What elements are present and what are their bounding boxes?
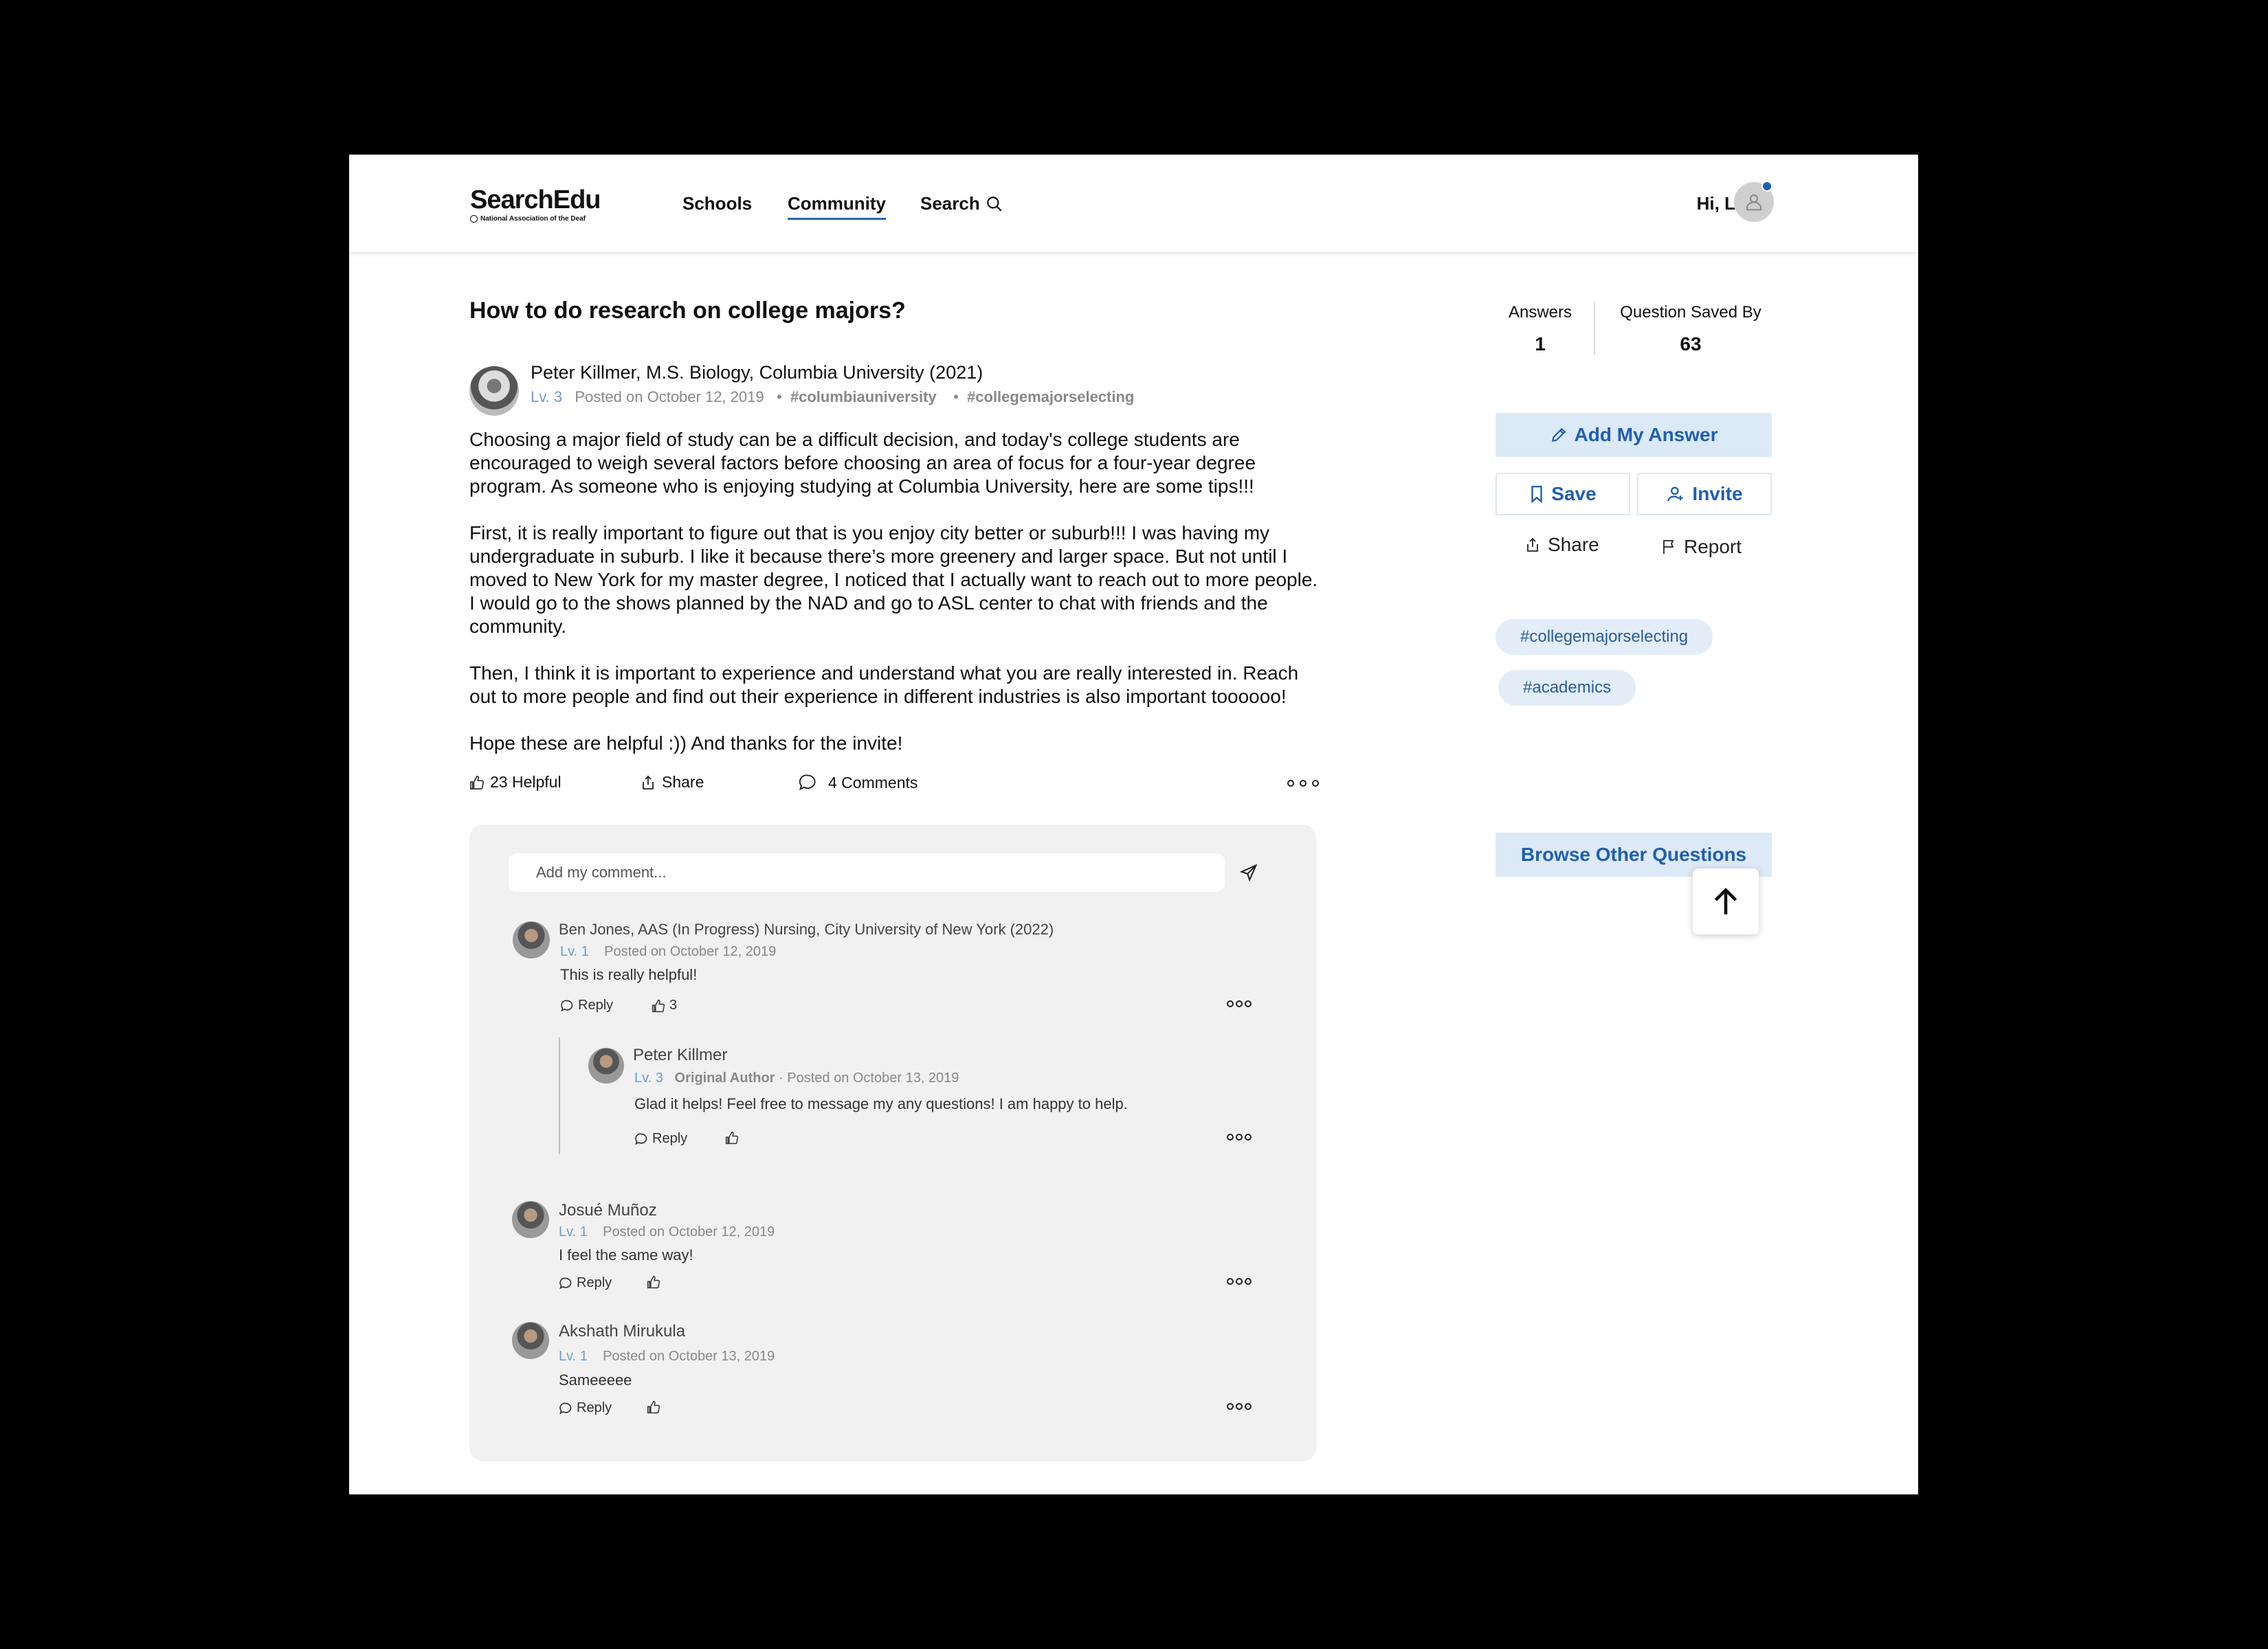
answer-paragraph: Hope these are helpful :)) And thanks fo… bbox=[469, 732, 903, 754]
commenter-name[interactable]: Josué Muñoz bbox=[559, 1201, 657, 1220]
invite-user-icon bbox=[1667, 486, 1683, 502]
answer-body: Choosing a major field of study can be a… bbox=[469, 428, 1322, 778]
comment-icon bbox=[799, 774, 816, 791]
author-meta: Lv. 3 Posted on October 12, 2019 • #colu… bbox=[531, 388, 1135, 405]
logo-subtitle: National Association of the Deaf bbox=[480, 215, 586, 223]
page: SearchEdu National Association of the De… bbox=[349, 155, 1918, 1494]
report-button[interactable]: Report bbox=[1660, 536, 1742, 558]
answers-label: Answers bbox=[1508, 303, 1572, 322]
nav-schools[interactable]: Schools bbox=[682, 193, 752, 214]
more-options-icon[interactable] bbox=[1227, 1000, 1252, 1007]
comment-text: This is really helpful! bbox=[560, 966, 698, 983]
more-options-icon[interactable] bbox=[1287, 780, 1319, 787]
reply-icon bbox=[635, 1133, 647, 1145]
nav-community[interactable]: Community bbox=[788, 193, 886, 220]
search-icon bbox=[986, 196, 1002, 212]
invite-button[interactable]: Invite bbox=[1637, 473, 1772, 515]
answer-paragraph: Then, I think it is important to experie… bbox=[469, 662, 1299, 707]
post-date: Posted on October 12, 2019 bbox=[575, 388, 764, 405]
question-title: How to do research on college majors? bbox=[469, 298, 906, 324]
more-options-icon[interactable] bbox=[1227, 1278, 1252, 1285]
original-author-badge: Original Author bbox=[674, 1070, 775, 1086]
saved-stat: Question Saved By 63 bbox=[1604, 303, 1777, 355]
reply-icon bbox=[559, 1402, 572, 1414]
thumbs-up-icon bbox=[647, 1400, 660, 1414]
author-name[interactable]: Peter Killmer, M.S. Biology, Columbia Un… bbox=[531, 362, 983, 383]
saved-label: Question Saved By bbox=[1620, 303, 1761, 322]
logo[interactable]: SearchEdu National Association of the De… bbox=[470, 186, 601, 223]
nad-seal-icon bbox=[470, 215, 478, 223]
thumbs-up-icon bbox=[725, 1131, 739, 1145]
stat-divider bbox=[1594, 302, 1595, 355]
saved-count: 63 bbox=[1680, 333, 1702, 355]
answers-count: 1 bbox=[1535, 333, 1546, 355]
logo-text: SearchEdu bbox=[470, 186, 601, 214]
comment-meta: Lv. 1 Posted on October 13, 2019 bbox=[559, 1349, 775, 1364]
notification-dot bbox=[1761, 181, 1772, 192]
reply-icon bbox=[559, 1277, 572, 1289]
comment-input[interactable]: Add my comment... bbox=[509, 853, 1225, 892]
like-button[interactable]: 3 bbox=[652, 998, 677, 1013]
commenter-name[interactable]: Ben Jones, AAS (In Progress) Nursing, Ci… bbox=[559, 921, 1054, 939]
commenter-name[interactable]: Akshath Mirukula bbox=[559, 1322, 685, 1341]
comments-panel: Add my comment... Ben Jones, AAS (In Pro… bbox=[469, 824, 1316, 1461]
comment-meta: Lv. 1 Posted on October 12, 2019 bbox=[560, 944, 777, 959]
sidebar-tag[interactable]: #collegemajorselecting bbox=[1496, 619, 1713, 655]
more-options-icon[interactable] bbox=[1227, 1403, 1252, 1410]
answer-paragraph: Choosing a major field of study can be a… bbox=[469, 429, 1256, 497]
more-options-icon[interactable] bbox=[1227, 1134, 1252, 1141]
user-avatar-button[interactable] bbox=[1734, 181, 1774, 222]
like-button[interactable] bbox=[647, 1400, 660, 1414]
flag-icon bbox=[1663, 540, 1674, 554]
arrow-up-icon bbox=[1714, 888, 1737, 915]
back-to-top-button[interactable] bbox=[1693, 868, 1759, 934]
save-button[interactable]: Save bbox=[1496, 473, 1630, 515]
comment-text: I feel the same way! bbox=[559, 1246, 693, 1264]
user-icon bbox=[1746, 194, 1761, 211]
comment-text: Glad it helps! Feel free to message my a… bbox=[634, 1095, 1128, 1112]
helpful-button[interactable]: 23 Helpful bbox=[469, 773, 562, 792]
commenter-avatar[interactable] bbox=[513, 921, 550, 958]
share-icon bbox=[1527, 537, 1538, 552]
reply-button[interactable]: Reply bbox=[559, 1400, 612, 1416]
bookmark-icon bbox=[1531, 485, 1542, 503]
author-avatar[interactable] bbox=[469, 366, 519, 416]
commenter-avatar[interactable] bbox=[512, 1201, 549, 1238]
comment-text: Sameeeee bbox=[559, 1371, 632, 1389]
post-tag[interactable]: #columbiauniversity bbox=[790, 388, 937, 405]
thumbs-up-icon bbox=[470, 775, 484, 789]
answers-stat: Answers 1 bbox=[1496, 303, 1585, 355]
post-tag[interactable]: #collegemajorselecting bbox=[967, 388, 1134, 405]
reply-icon bbox=[561, 1000, 573, 1011]
share-icon bbox=[643, 775, 654, 789]
thumbs-up-icon bbox=[652, 999, 665, 1012]
comments-button[interactable]: 4 Comments bbox=[798, 773, 918, 792]
reply-button[interactable]: Reply bbox=[559, 1275, 612, 1291]
reply-thread-line bbox=[559, 1037, 560, 1154]
comment-meta: Lv. 1 Posted on October 12, 2019 bbox=[559, 1224, 775, 1239]
like-button[interactable] bbox=[647, 1275, 660, 1289]
answer-paragraph: First, it is really important to figure … bbox=[469, 522, 1318, 637]
author-level: Lv. 3 bbox=[531, 388, 563, 405]
commenter-avatar[interactable] bbox=[512, 1322, 549, 1359]
answer-actions: 23 Helpful Share 4 Comments bbox=[469, 773, 1319, 800]
sidebar-tag[interactable]: #academics bbox=[1498, 670, 1636, 706]
sidebar-share-button[interactable]: Share bbox=[1524, 534, 1599, 556]
pencil-icon bbox=[1551, 427, 1566, 442]
add-answer-button[interactable]: Add My Answer bbox=[1496, 413, 1772, 457]
thumbs-up-icon bbox=[647, 1275, 660, 1289]
send-icon[interactable] bbox=[1239, 863, 1258, 882]
reply-button[interactable]: Reply bbox=[560, 998, 613, 1013]
commenter-name[interactable]: Peter Killmer bbox=[633, 1046, 727, 1065]
like-button[interactable] bbox=[725, 1131, 739, 1145]
comment-meta: Lv. 3 Original Author · Posted on Octobe… bbox=[634, 1070, 959, 1086]
share-button[interactable]: Share bbox=[640, 773, 704, 792]
nav-search-label: Search bbox=[920, 193, 980, 214]
top-nav-bar: SearchEdu National Association of the De… bbox=[349, 155, 1918, 254]
commenter-avatar[interactable] bbox=[588, 1048, 624, 1084]
reply-button[interactable]: Reply bbox=[634, 1131, 687, 1147]
nav-search[interactable]: Search bbox=[920, 193, 1003, 214]
